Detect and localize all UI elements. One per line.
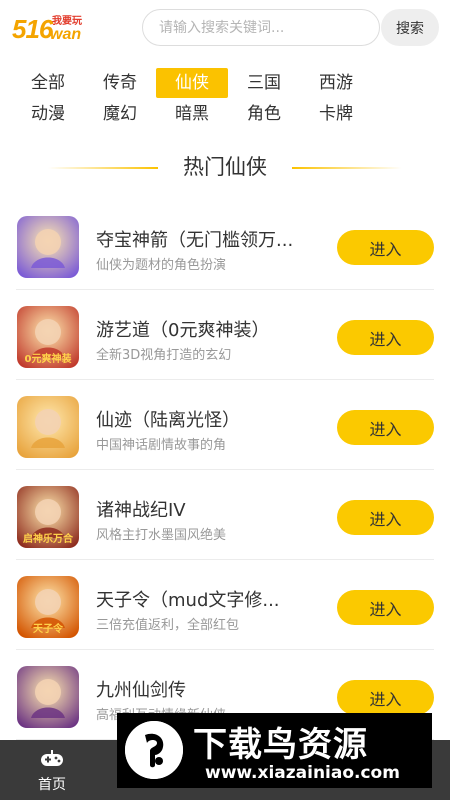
game-name[interactable]: 天子令（mud文字修... (96, 586, 326, 612)
game-icon-swordsman[interactable] (17, 666, 79, 728)
bird-logo-icon (125, 721, 183, 779)
search-button[interactable]: 搜索 (381, 9, 439, 46)
game-row[interactable]: 0元爽神装 游艺道（0元爽神装） 全新3D视角打造的玄幻 进入 (0, 290, 450, 380)
search-input[interactable] (159, 10, 369, 45)
category-tab[interactable]: 卡牌 (300, 99, 372, 129)
game-name[interactable]: 诸神战纪IV (96, 496, 326, 522)
game-name[interactable]: 游艺道（0元爽神装） (96, 316, 326, 342)
watermark-banner: 下载鸟资源 www.xiazainiao.com (117, 713, 432, 788)
enter-game-button[interactable]: 进入 (337, 230, 434, 265)
game-icon-monkey-king[interactable] (17, 396, 79, 458)
category-tab[interactable]: 暗黑 (156, 99, 228, 129)
category-tab[interactable]: 西游 (300, 68, 372, 98)
game-description: 全新3D视角打造的玄幻 (96, 348, 232, 363)
game-row[interactable]: 夺宝神箭（无门槛领万... 仙侠为题材的角色扮演 进入 (0, 200, 450, 290)
category-tab[interactable]: 动漫 (12, 99, 84, 129)
nav-home-label: 首页 (38, 777, 66, 793)
game-row[interactable]: 仙迹（陆离光怪） 中国神话剧情故事的角 进入 (0, 380, 450, 470)
category-tab[interactable]: 全部 (12, 68, 84, 98)
game-icon-warrior[interactable]: 0元爽神装 (17, 306, 79, 368)
category-tab[interactable]: 仙侠 (156, 68, 228, 98)
gamepad-icon (41, 750, 63, 766)
enter-game-button[interactable]: 进入 (337, 410, 434, 445)
game-description: 风格主打水墨国风绝美 (96, 528, 227, 543)
game-icon-dragon-egg[interactable]: 启神乐万合 (17, 486, 79, 548)
enter-game-button[interactable]: 进入 (337, 680, 434, 715)
category-tab[interactable]: 三国 (228, 68, 300, 98)
category-tab[interactable]: 角色 (228, 99, 300, 129)
logo-tag: 我要玩 (52, 16, 82, 27)
logo-word: wan (50, 26, 82, 43)
game-icon-fire-warrior[interactable]: 天子令 (17, 576, 79, 638)
enter-game-button[interactable]: 进入 (337, 590, 434, 625)
game-row[interactable]: 天子令 天子令（mud文字修... 三倍充值返利，全部红包 进入 (0, 560, 450, 650)
svg-text:天子令: 天子令 (33, 622, 64, 635)
enter-game-button[interactable]: 进入 (337, 320, 434, 355)
svg-text:0元爽神装: 0元爽神装 (25, 352, 72, 365)
game-description: 三倍充值返利，全部红包 (96, 618, 240, 633)
game-name[interactable]: 夺宝神箭（无门槛领万... (96, 226, 326, 252)
title-divider-left (48, 167, 158, 169)
category-tab[interactable]: 传奇 (84, 68, 156, 98)
game-description: 中国神话剧情故事的角 (96, 438, 227, 453)
watermark-title: 下载鸟资源 (193, 725, 368, 765)
enter-game-button[interactable]: 进入 (337, 500, 434, 535)
game-description: 仙侠为题材的角色扮演 (96, 258, 227, 273)
title-divider-right (292, 167, 402, 169)
game-name[interactable]: 九州仙剑传 (96, 676, 326, 702)
svg-text:启神乐万合: 启神乐万合 (23, 532, 74, 545)
category-tab[interactable]: 魔幻 (84, 99, 156, 129)
nav-home[interactable]: 首页 (20, 740, 84, 800)
section-title: 热门仙侠 (183, 155, 267, 179)
game-row[interactable]: 启神乐万合 诸神战纪IV 风格主打水墨国风绝美 进入 (0, 470, 450, 560)
site-logo[interactable]: 516 我要玩 wan (10, 10, 130, 44)
header: 516 我要玩 wan 搜索 (0, 0, 450, 55)
game-name[interactable]: 仙迹（陆离光怪） (96, 406, 326, 432)
logo-number: 516 (12, 14, 53, 44)
search-box (142, 9, 380, 46)
section-header: 热门仙侠 (0, 148, 450, 186)
watermark-url: www.xiazainiao.com (205, 763, 400, 783)
game-icon-archer[interactable] (17, 216, 79, 278)
